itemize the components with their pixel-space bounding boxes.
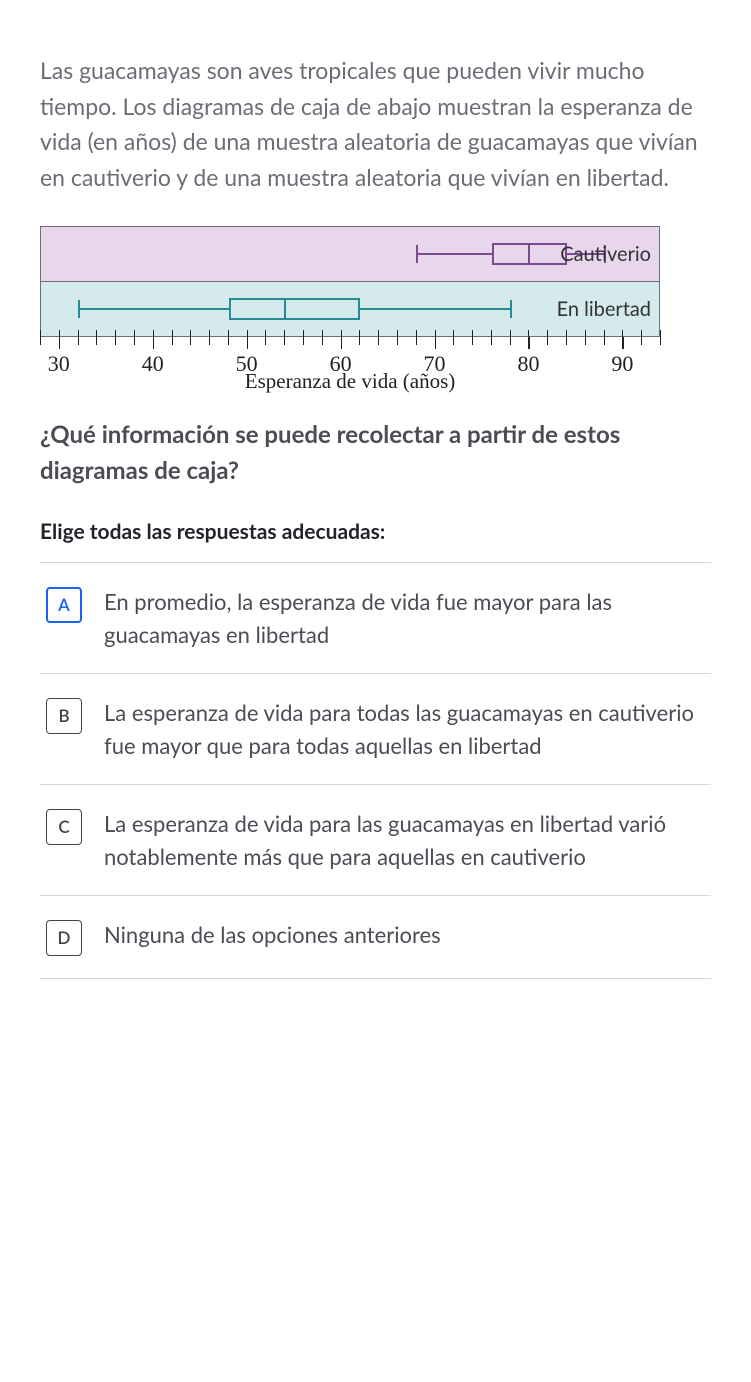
option-a[interactable]: A En promedio, la esperanza de vida fue …: [40, 563, 711, 674]
option-b-text: La esperanza de vida para todas las guac…: [104, 696, 705, 762]
boxplot-row-cautiverio: Cautiverio: [41, 227, 659, 282]
option-a-text: En promedio, la esperanza de vida fue ma…: [104, 585, 705, 651]
option-c-text: La esperanza de vida para las guacamayas…: [104, 807, 705, 873]
option-c[interactable]: C La esperanza de vida para las guacamay…: [40, 785, 711, 896]
option-d-text: Ninguna de las opciones anteriores: [104, 918, 441, 951]
question-text: ¿Qué información se puede recolectar a p…: [40, 417, 711, 489]
tick-label: 80: [517, 351, 539, 377]
tick-label: 40: [142, 351, 164, 377]
option-a-letter: A: [46, 587, 82, 623]
instruction-text: Elige todas las respuestas adecuadas:: [40, 519, 711, 544]
series-label: Cautiverio: [560, 242, 651, 266]
x-axis-label: Esperanza de vida (años): [245, 369, 455, 394]
option-b-letter: B: [46, 698, 82, 734]
boxplot-chart: CautiverioEn libertad 30405060708090Espe…: [40, 226, 711, 357]
options-list: A En promedio, la esperanza de vida fue …: [40, 562, 711, 979]
boxplot-row-en-libertad: En libertad: [41, 282, 659, 337]
tick-label: 30: [48, 351, 70, 377]
tick-label: 90: [611, 351, 633, 377]
intro-text: Las guacamayas son aves tropicales que p…: [40, 53, 711, 196]
option-d-letter: D: [46, 920, 82, 956]
option-d[interactable]: D Ninguna de las opciones anteriores: [40, 896, 711, 979]
option-c-letter: C: [46, 809, 82, 845]
series-label: En libertad: [557, 297, 651, 321]
option-b[interactable]: B La esperanza de vida para todas las gu…: [40, 674, 711, 785]
